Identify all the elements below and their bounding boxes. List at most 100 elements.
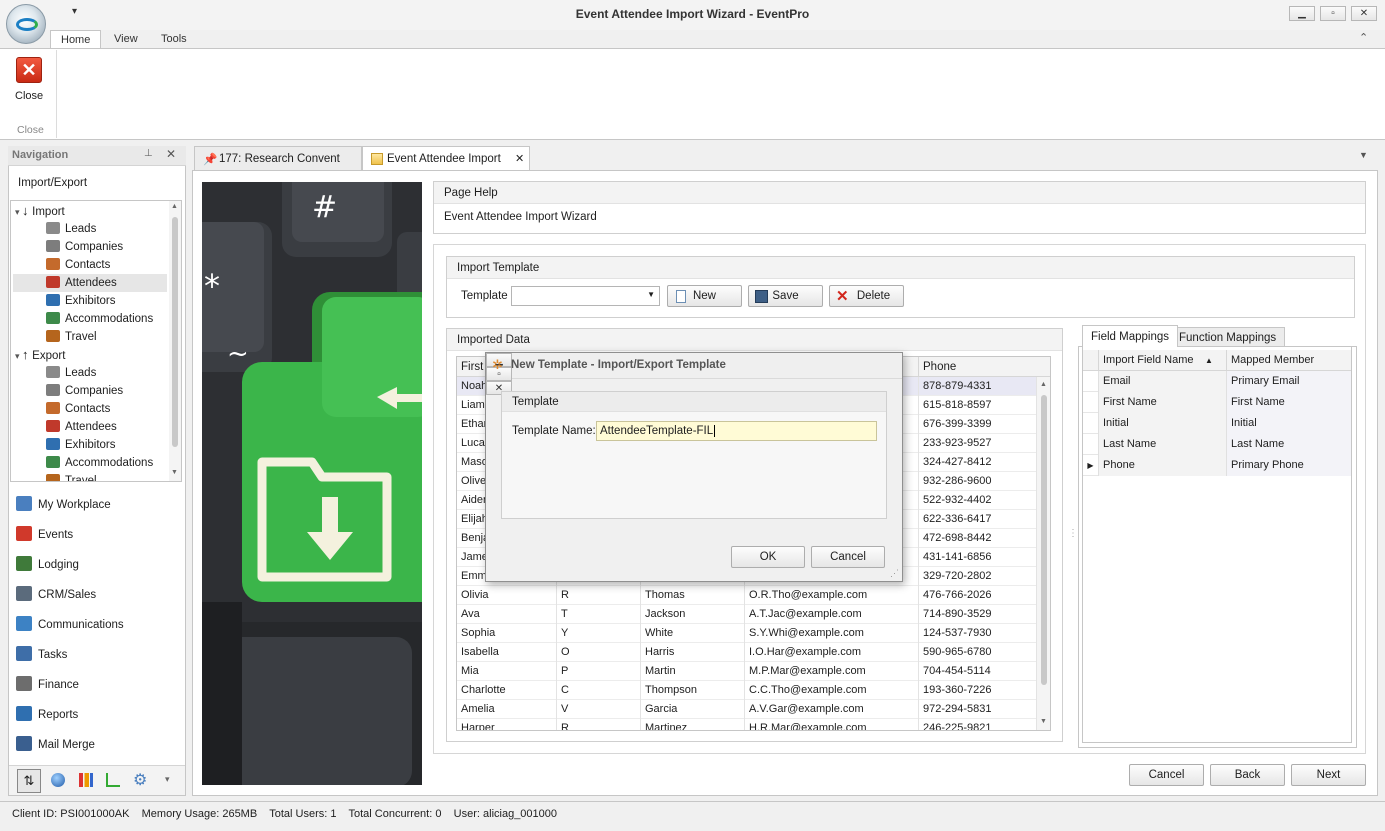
column-header-import-field[interactable]: Import Field Name ▲: [1099, 350, 1227, 371]
table-row[interactable]: Charlotte C Thompson C.C.Tho@example.com 193…: [457, 681, 1037, 700]
save-button[interactable]: Save: [748, 285, 823, 307]
delete-button[interactable]: ✕ Delete: [829, 285, 904, 307]
table-row[interactable]: Harper R Martinez H.R.Mar@example.com 246-22…: [457, 719, 1037, 730]
nav-item[interactable]: CRM/Sales: [16, 580, 181, 610]
close-button-label[interactable]: Close: [15, 90, 43, 102]
tree-node[interactable]: Travel: [46, 472, 97, 481]
table-cell: Mia: [457, 662, 557, 681]
tree-node[interactable]: Accommodations: [46, 454, 153, 472]
mapping-row[interactable]: Initial Initial: [1083, 413, 1351, 434]
next-button[interactable]: Next: [1291, 764, 1366, 786]
column-header-phone[interactable]: Phone: [919, 357, 1050, 377]
table-cell: 615-818-8597: [919, 396, 1037, 415]
scroll-down-icon[interactable]: ▼: [1040, 718, 1047, 725]
field-mappings-grid: Import Field Name ▲ Mapped Member Email P…: [1082, 346, 1352, 743]
tree-node[interactable]: ▾ ↑ Export: [15, 346, 65, 364]
mapped-member-cell[interactable]: Last Name: [1227, 434, 1351, 455]
back-button[interactable]: Back: [1210, 764, 1285, 786]
nav-item[interactable]: Communications: [16, 610, 181, 640]
chevron-down-icon[interactable]: ▾: [165, 774, 170, 785]
mapped-member-cell[interactable]: First Name: [1227, 392, 1351, 413]
expand-toggle-icon[interactable]: ▾: [15, 351, 22, 361]
tree-node[interactable]: Leads: [46, 220, 96, 238]
app-logo-icon[interactable]: [6, 4, 46, 44]
nav-item[interactable]: Finance: [16, 670, 181, 700]
tab-list-dropdown-icon[interactable]: ▼: [1359, 150, 1368, 160]
tree-node[interactable]: Attendees: [46, 274, 117, 292]
dropdown-arrow-icon[interactable]: ▼: [647, 290, 655, 299]
tree-scroll-thumb[interactable]: [172, 217, 178, 447]
nav-item[interactable]: Lodging: [16, 550, 181, 580]
row-indicator: [1083, 434, 1099, 455]
mapped-member-cell[interactable]: Primary Phone: [1227, 455, 1351, 476]
tab-event-attendee-import[interactable]: Event Attendee Import ✕: [362, 146, 530, 171]
companies-icon: [46, 240, 60, 252]
restore-button[interactable]: ▫: [1320, 6, 1346, 21]
minimize-button[interactable]: ▁: [1289, 6, 1315, 21]
mapping-row[interactable]: Email Primary Email: [1083, 371, 1351, 392]
ribbon-tab-home[interactable]: Home: [50, 30, 102, 49]
pin-icon[interactable]: ⊥: [144, 148, 153, 159]
tree-scrollbar[interactable]: ▲ ▼: [169, 201, 181, 481]
template-select[interactable]: ▼: [511, 286, 660, 306]
nav-item[interactable]: Events: [16, 520, 181, 550]
new-button[interactable]: New: [667, 285, 742, 307]
tree-node[interactable]: Accommodations: [46, 310, 153, 328]
mapping-row[interactable]: First Name First Name: [1083, 392, 1351, 413]
tree-node[interactable]: Companies: [46, 382, 123, 400]
gear-icon[interactable]: ⚙: [133, 770, 147, 790]
scroll-down-icon[interactable]: ▼: [171, 469, 178, 476]
tree-node[interactable]: Contacts: [46, 256, 110, 274]
grid-scrollbar[interactable]: ▲ ▼: [1037, 377, 1050, 730]
dialog-cancel-button[interactable]: Cancel: [811, 546, 885, 568]
table-row[interactable]: Olivia R Thomas O.R.Tho@example.com 476-766-…: [457, 586, 1037, 605]
ribbon-tab-tools[interactable]: Tools: [151, 30, 197, 49]
tree-node[interactable]: ▾ ↓ Import: [15, 202, 65, 220]
table-row[interactable]: Amelia V Garcia A.V.Gar@example.com 972-294-…: [457, 700, 1037, 719]
import-export-icon[interactable]: ⇅: [17, 769, 41, 793]
mapping-row[interactable]: Last Name Last Name: [1083, 434, 1351, 455]
template-name-input[interactable]: AttendeeTemplate-FIL: [596, 421, 877, 441]
grid-scroll-thumb[interactable]: [1041, 395, 1047, 685]
scroll-up-icon[interactable]: ▲: [1040, 381, 1047, 388]
ribbon-tab-view[interactable]: View: [104, 30, 148, 49]
globe-icon[interactable]: [51, 773, 65, 787]
nav-item[interactable]: Mail Merge: [16, 730, 181, 760]
tree-node[interactable]: Travel: [46, 328, 97, 346]
close-x-icon[interactable]: ✕: [16, 57, 42, 83]
close-tab-icon[interactable]: ✕: [515, 147, 524, 171]
resize-grip-icon[interactable]: ⋰: [890, 568, 899, 579]
collapse-ribbon-icon[interactable]: ⌃: [1359, 31, 1368, 44]
close-panel-icon[interactable]: ✕: [166, 147, 176, 161]
tab-research-convention[interactable]: 📌 177: Research Convent: [194, 146, 362, 171]
mapped-member-cell[interactable]: Initial: [1227, 413, 1351, 434]
table-row[interactable]: Sophia Y White S.Y.Whi@example.com 124-537-7…: [457, 624, 1037, 643]
splitter-grip[interactable]: ⋮: [1068, 528, 1078, 539]
tab-function-mappings[interactable]: Function Mappings: [1170, 327, 1286, 347]
line-chart-icon[interactable]: [106, 773, 120, 787]
import-arrow-icon: ↓: [22, 203, 33, 218]
tree-node[interactable]: Exhibitors: [46, 292, 116, 310]
table-row[interactable]: Isabella O Harris I.O.Har@example.com 590-96…: [457, 643, 1037, 662]
tree-node[interactable]: Exhibitors: [46, 436, 116, 454]
mapped-member-cell[interactable]: Primary Email: [1227, 371, 1351, 392]
table-row[interactable]: Mia P Martin M.P.Mar@example.com 704-454-511…: [457, 662, 1037, 681]
expand-toggle-icon[interactable]: ▾: [15, 207, 22, 217]
table-row[interactable]: Ava T Jackson A.T.Jac@example.com 714-890-35…: [457, 605, 1037, 624]
column-header-mapped-member[interactable]: Mapped Member: [1227, 350, 1351, 371]
bar-chart-icon[interactable]: [79, 773, 93, 787]
nav-item[interactable]: Tasks: [16, 640, 181, 670]
tab-field-mappings[interactable]: Field Mappings: [1082, 325, 1178, 347]
svg-text:*: *: [204, 267, 220, 305]
nav-item[interactable]: My Workplace: [16, 490, 181, 520]
close-window-button[interactable]: ✕: [1351, 6, 1377, 21]
tree-node[interactable]: Leads: [46, 364, 96, 382]
wizard-cancel-button[interactable]: Cancel: [1129, 764, 1204, 786]
nav-item[interactable]: Reports: [16, 700, 181, 730]
tree-node[interactable]: Contacts: [46, 400, 110, 418]
tree-node[interactable]: Companies: [46, 238, 123, 256]
scroll-up-icon[interactable]: ▲: [171, 203, 178, 210]
ok-button[interactable]: OK: [731, 546, 805, 568]
mapping-row[interactable]: ▶ Phone Primary Phone: [1083, 455, 1351, 476]
tree-node[interactable]: Attendees: [46, 418, 117, 436]
